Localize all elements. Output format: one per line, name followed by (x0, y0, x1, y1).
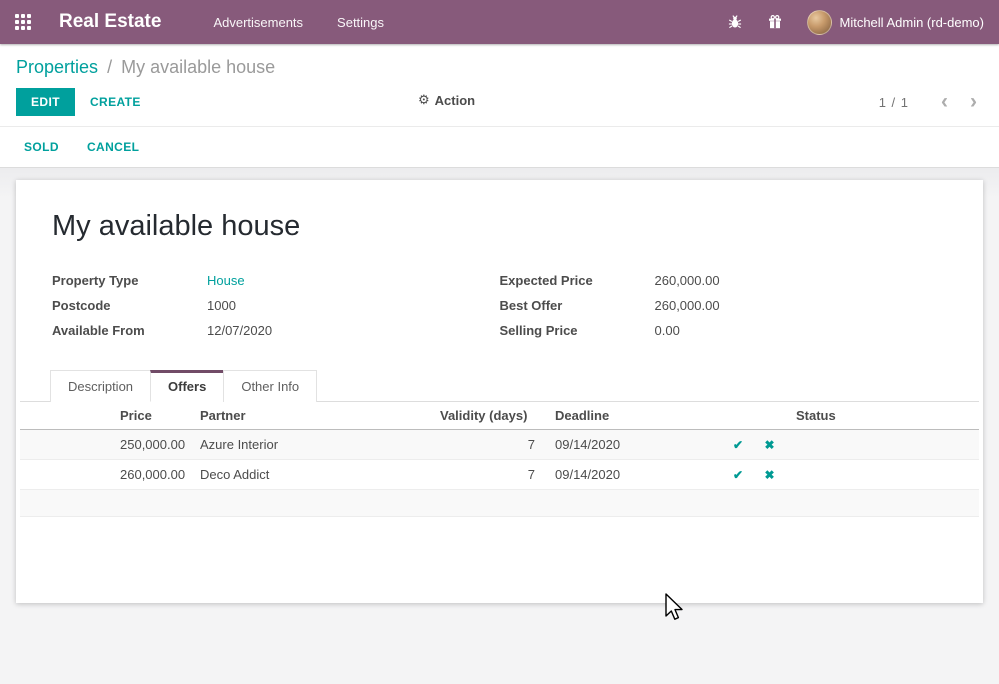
form-sheet: My available house Property Type House P… (16, 180, 983, 603)
offer-deadline: 09/14/2020 (545, 430, 723, 460)
edit-button[interactable]: EDIT (16, 88, 75, 116)
price-column-header[interactable]: Price (110, 402, 190, 430)
refuse-offer-icon[interactable]: ✖ (764, 468, 774, 482)
offers-table-header-row: Price Partner Validity (days) Deadline S… (20, 402, 979, 430)
notebook: Description Offers Other Info Price Part… (20, 370, 979, 517)
breadcrumb-separator: / (107, 57, 112, 77)
expected-price-label: Expected Price (500, 273, 655, 288)
action-menu-button[interactable]: ⚙ Action (418, 92, 475, 108)
field-best-offer: Best Offer 260,000.00 (500, 298, 948, 313)
best-offer-label: Best Offer (500, 298, 655, 313)
breadcrumb: Properties / My available house (16, 57, 983, 78)
action-label: Action (435, 93, 475, 108)
tab-other-info[interactable]: Other Info (223, 370, 317, 402)
gift-icon[interactable] (767, 14, 783, 30)
pager-previous-icon[interactable]: ‹ (935, 93, 954, 111)
field-column-right: Expected Price 260,000.00 Best Offer 260… (500, 273, 948, 348)
app-name[interactable]: Real Estate (59, 11, 161, 33)
accept-column-header (723, 402, 753, 430)
postcode-label: Postcode (52, 298, 207, 313)
main-menu: Advertisements Settings (213, 15, 384, 30)
form-view-background: My available house Property Type House P… (0, 168, 999, 615)
top-navbar: Real Estate Advertisements Settings (0, 0, 999, 44)
sold-button[interactable]: SOLD (24, 140, 59, 154)
offer-price: 260,000.00 (110, 460, 190, 490)
property-type-label: Property Type (52, 273, 207, 288)
selling-price-value: 0.00 (655, 323, 680, 338)
form-statusbar: SOLD CANCEL (0, 126, 999, 168)
breadcrumb-current: My available house (121, 57, 275, 77)
offer-status (786, 460, 979, 490)
user-avatar (807, 10, 832, 35)
user-name: Mitchell Admin (rd-demo) (840, 15, 985, 30)
validity-column-header[interactable]: Validity (days) (430, 402, 545, 430)
available-from-label: Available From (52, 323, 207, 338)
offer-partner: Azure Interior (190, 430, 430, 460)
available-from-value: 12/07/2020 (207, 323, 272, 338)
postcode-value: 1000 (207, 298, 236, 313)
gear-icon: ⚙ (418, 92, 430, 108)
cancel-button[interactable]: CANCEL (87, 140, 139, 154)
tab-offers[interactable]: Offers (150, 370, 224, 402)
record-title: My available house (52, 210, 947, 243)
create-button[interactable]: CREATE (75, 88, 156, 116)
handle-column-header (20, 402, 110, 430)
accept-offer-icon[interactable]: ✔ (733, 438, 743, 452)
pager-next-icon[interactable]: › (964, 93, 983, 111)
apps-grid-icon[interactable] (15, 14, 31, 30)
offer-validity: 7 (430, 460, 545, 490)
selling-price-label: Selling Price (500, 323, 655, 338)
menu-settings[interactable]: Settings (337, 15, 384, 30)
menu-advertisements[interactable]: Advertisements (213, 15, 303, 30)
offer-status (786, 430, 979, 460)
breadcrumb-properties[interactable]: Properties (16, 57, 98, 77)
expected-price-value: 260,000.00 (655, 273, 720, 288)
offer-validity: 7 (430, 430, 545, 460)
tab-description[interactable]: Description (50, 370, 151, 402)
field-selling-price: Selling Price 0.00 (500, 323, 948, 338)
offer-price: 250,000.00 (110, 430, 190, 460)
pager-count: 1 / 1 (879, 95, 909, 110)
accept-offer-icon[interactable]: ✔ (733, 468, 743, 482)
deadline-column-header[interactable]: Deadline (545, 402, 723, 430)
offer-row-deco-addict[interactable]: 260,000.00 Deco Addict 7 09/14/2020 ✔ ✖ (20, 460, 979, 490)
status-column-header[interactable]: Status (786, 402, 979, 430)
field-expected-price: Expected Price 260,000.00 (500, 273, 948, 288)
control-panel-buttons: EDIT CREATE ⚙ Action 1 / 1 ‹ › (16, 88, 983, 116)
best-offer-value: 260,000.00 (655, 298, 720, 313)
navbar-right: Mitchell Admin (rd-demo) (727, 10, 985, 35)
offers-table: Price Partner Validity (days) Deadline S… (20, 402, 979, 517)
field-grid: Property Type House Postcode 1000 Availa… (52, 273, 947, 348)
field-property-type: Property Type House (52, 273, 500, 288)
field-postcode: Postcode 1000 (52, 298, 500, 313)
control-panel: Properties / My available house EDIT CRE… (0, 44, 999, 126)
field-column-left: Property Type House Postcode 1000 Availa… (52, 273, 500, 348)
offer-partner: Deco Addict (190, 460, 430, 490)
user-menu[interactable]: Mitchell Admin (rd-demo) (807, 10, 985, 35)
refuse-column-header (753, 402, 786, 430)
refuse-offer-icon[interactable]: ✖ (764, 438, 774, 452)
offer-deadline: 09/14/2020 (545, 460, 723, 490)
offer-row-azure-interior[interactable]: 250,000.00 Azure Interior 7 09/14/2020 ✔… (20, 430, 979, 460)
pager: 1 / 1 ‹ › (879, 93, 983, 111)
property-type-value[interactable]: House (207, 273, 245, 288)
partner-column-header[interactable]: Partner (190, 402, 430, 430)
tab-bar: Description Offers Other Info (20, 370, 979, 402)
empty-row (20, 490, 979, 517)
debug-bug-icon[interactable] (727, 14, 743, 30)
field-available-from: Available From 12/07/2020 (52, 323, 500, 338)
